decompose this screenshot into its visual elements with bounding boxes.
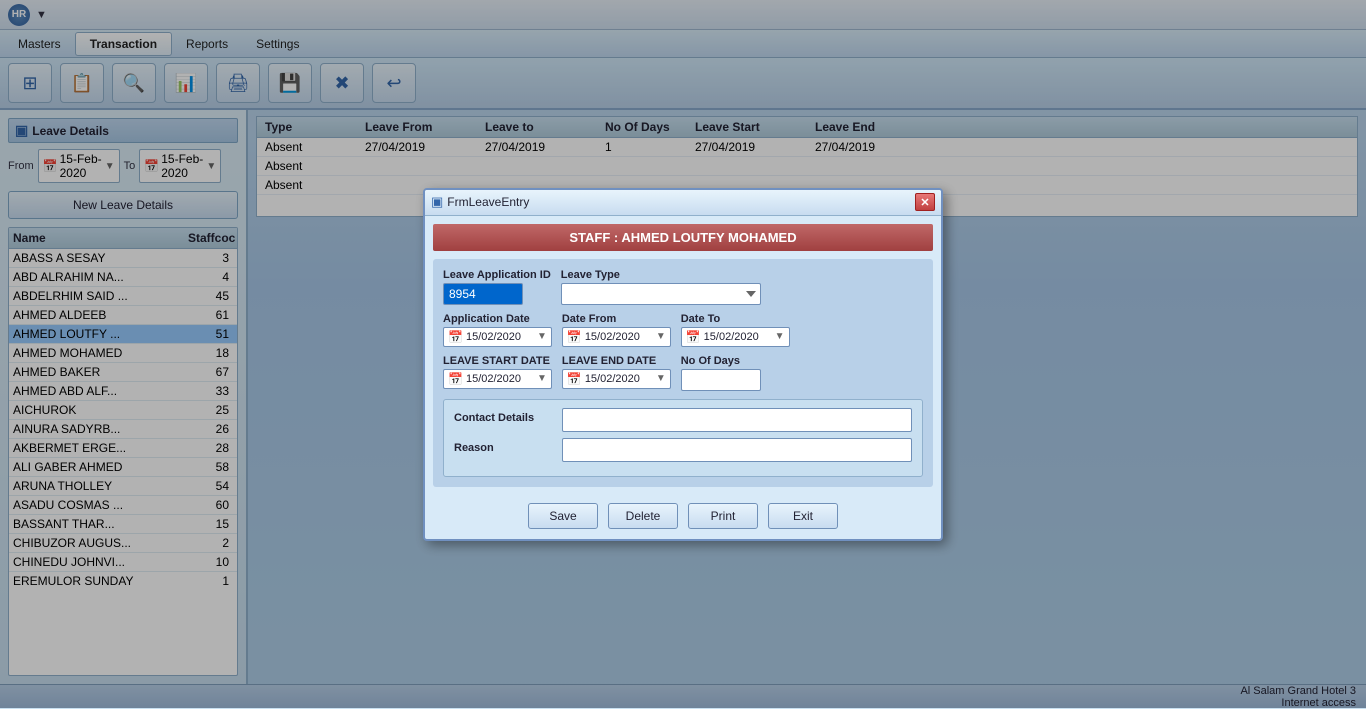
form-row-3: LEAVE START DATE 📅 ▼ LEAVE END DATE 📅 ▼	[443, 355, 923, 391]
app-date-arrow[interactable]: ▼	[537, 331, 547, 342]
end-date-cal-icon: 📅	[567, 372, 582, 386]
date-from-input[interactable]: 📅 ▼	[562, 327, 671, 347]
date-from-field: Date From 📅 ▼	[562, 313, 671, 347]
date-to-arrow[interactable]: ▼	[775, 331, 785, 342]
date-to-field: Date To 📅 ▼	[681, 313, 790, 347]
app-date-cal-icon: 📅	[448, 330, 463, 344]
leave-end-date-input[interactable]: 📅 ▼	[562, 369, 671, 389]
date-to-input[interactable]: 📅 ▼	[681, 327, 790, 347]
reason-label: Reason	[454, 438, 554, 454]
contact-details-input[interactable]	[562, 408, 912, 432]
modal-body: Leave Application ID Leave Type Annual L…	[433, 259, 933, 487]
application-date-input[interactable]: 📅 ▼	[443, 327, 552, 347]
date-from-cal-icon: 📅	[567, 330, 582, 344]
date-from-arrow[interactable]: ▼	[656, 331, 666, 342]
modal-title-icon: ▣	[431, 194, 443, 210]
contact-section: Contact Details Reason	[443, 399, 923, 477]
date-to-value[interactable]	[704, 331, 772, 343]
save-button[interactable]: Save	[528, 503, 598, 529]
no-of-days-label: No Of Days	[681, 355, 761, 367]
leave-app-id-field: Leave Application ID	[443, 269, 551, 305]
application-date-field: Application Date 📅 ▼	[443, 313, 552, 347]
leave-start-date-field: LEAVE START DATE 📅 ▼	[443, 355, 552, 389]
leave-end-date-label: LEAVE END DATE	[562, 355, 671, 367]
date-to-label: Date To	[681, 313, 790, 325]
leave-type-field: Leave Type Annual Leave Sick Leave Absen…	[561, 269, 761, 305]
start-date-arrow[interactable]: ▼	[537, 373, 547, 384]
form-row-1: Leave Application ID Leave Type Annual L…	[443, 269, 923, 305]
leave-end-date-field: LEAVE END DATE 📅 ▼	[562, 355, 671, 389]
modal-title-bar: ▣ FrmLeaveEntry ✕	[425, 190, 941, 216]
date-from-value[interactable]	[585, 331, 653, 343]
form-row-2: Application Date 📅 ▼ Date From 📅 ▼	[443, 313, 923, 347]
modal-staff-name: STAFF : AHMED LOUTFY MOHAMED	[433, 224, 933, 251]
date-from-label: Date From	[562, 313, 671, 325]
modal-overlay: ▣ FrmLeaveEntry ✕ STAFF : AHMED LOUTFY M…	[0, 0, 1366, 708]
leave-entry-modal: ▣ FrmLeaveEntry ✕ STAFF : AHMED LOUTFY M…	[423, 188, 943, 541]
modal-footer: Save Delete Print Exit	[425, 495, 941, 539]
leave-start-date-input[interactable]: 📅 ▼	[443, 369, 552, 389]
print-button[interactable]: Print	[688, 503, 758, 529]
modal-close-button[interactable]: ✕	[915, 193, 935, 211]
reason-input[interactable]	[562, 438, 912, 462]
start-date-cal-icon: 📅	[448, 372, 463, 386]
contact-details-row: Contact Details	[454, 408, 912, 432]
application-date-label: Application Date	[443, 313, 552, 325]
delete-button[interactable]: Delete	[608, 503, 678, 529]
contact-details-label: Contact Details	[454, 408, 554, 424]
end-date-arrow[interactable]: ▼	[656, 373, 666, 384]
no-of-days-field: No Of Days	[681, 355, 761, 391]
leave-type-select[interactable]: Annual Leave Sick Leave Absent Emergency	[561, 283, 761, 305]
leave-app-id-input[interactable]	[443, 283, 523, 305]
exit-button[interactable]: Exit	[768, 503, 838, 529]
modal-title-text: FrmLeaveEntry	[447, 195, 915, 209]
leave-start-date-value[interactable]	[466, 373, 534, 385]
no-of-days-input[interactable]	[681, 369, 761, 391]
leave-app-id-label: Leave Application ID	[443, 269, 551, 281]
app-date-value[interactable]	[466, 331, 534, 343]
leave-end-date-value[interactable]	[585, 373, 653, 385]
leave-start-date-label: LEAVE START DATE	[443, 355, 552, 367]
leave-type-label: Leave Type	[561, 269, 761, 281]
reason-row: Reason	[454, 438, 912, 462]
date-to-cal-icon: 📅	[686, 330, 701, 344]
